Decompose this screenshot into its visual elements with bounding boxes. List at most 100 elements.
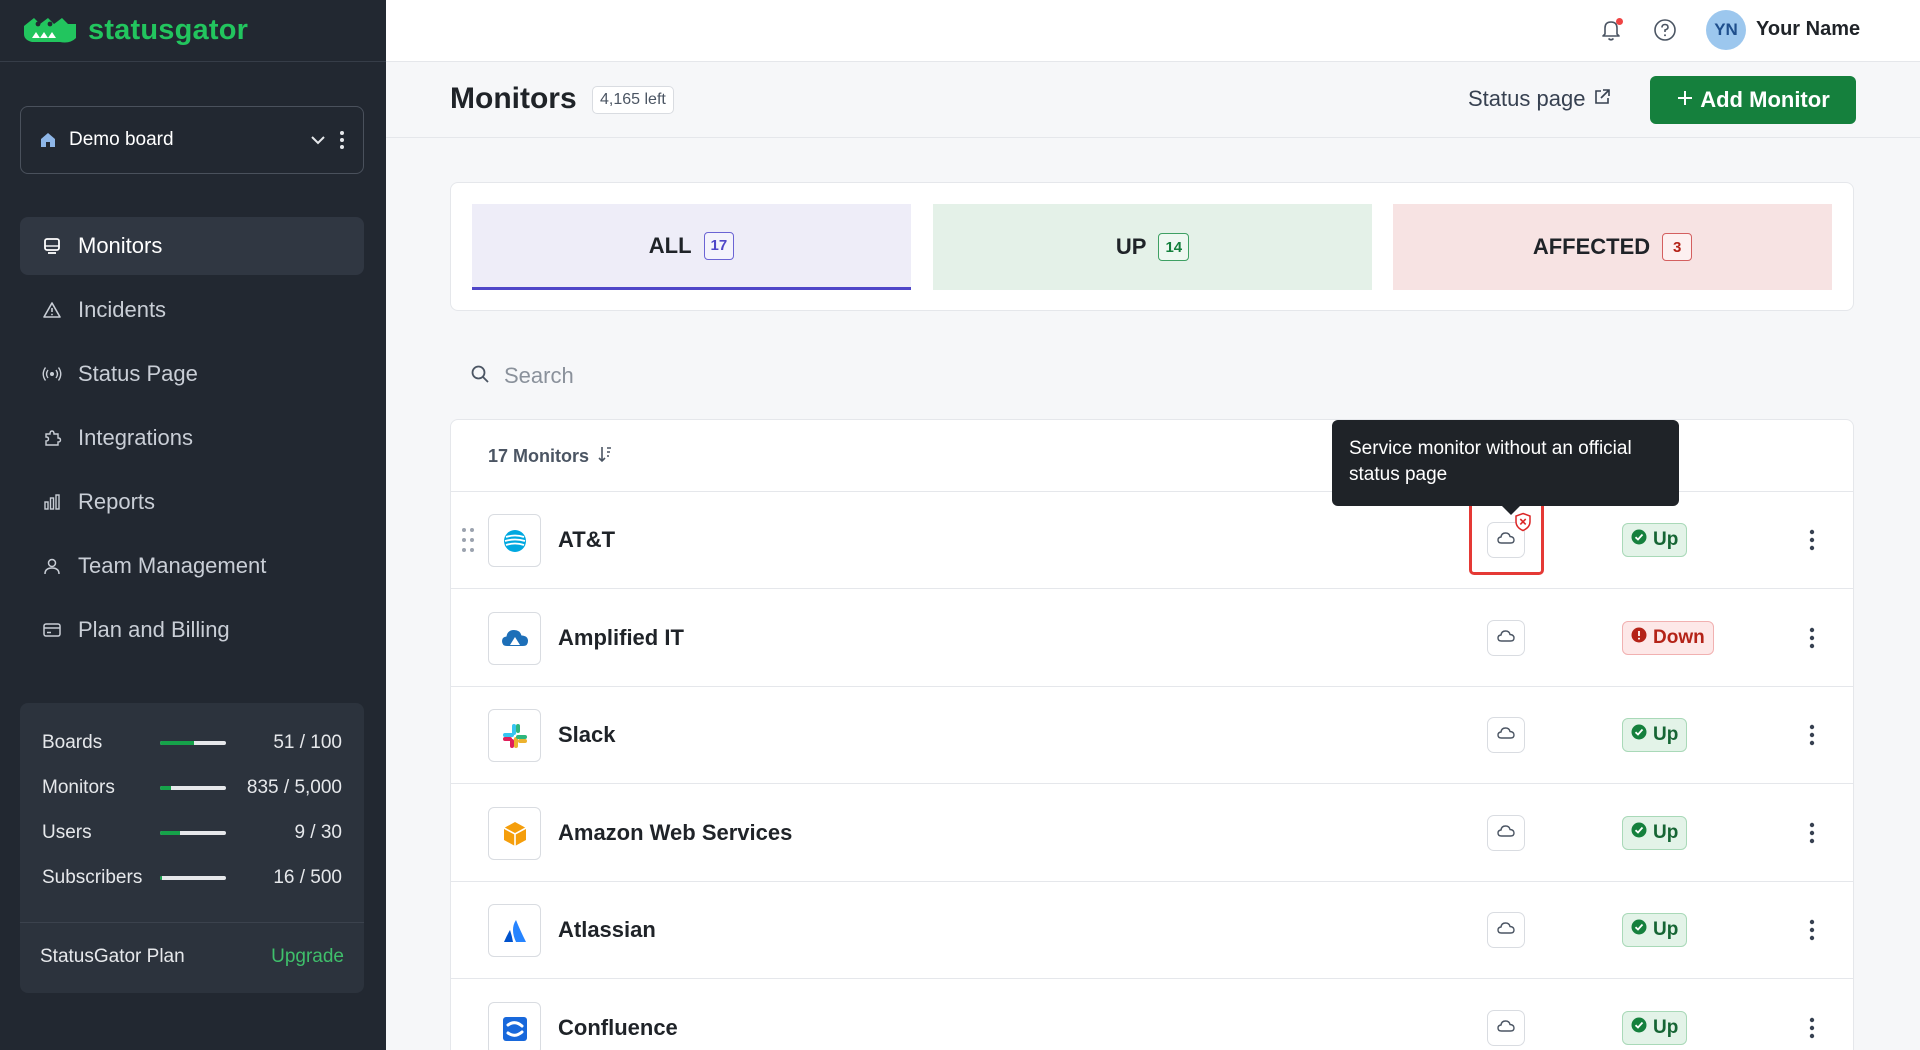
status-label: Up bbox=[1653, 919, 1679, 940]
avatar[interactable]: YN bbox=[1706, 10, 1746, 50]
usage-row-users: Users 9 / 30 bbox=[42, 821, 342, 845]
plus-icon bbox=[1676, 87, 1694, 113]
help-icon[interactable] bbox=[1652, 17, 1678, 43]
check-circle-icon bbox=[1631, 1017, 1647, 1039]
sidebar-nav: Monitors Incidents Status Page Integrati… bbox=[20, 217, 364, 665]
user-name[interactable]: Your Name bbox=[1756, 18, 1860, 41]
board-name: Demo board bbox=[69, 129, 174, 150]
service-name[interactable]: Atlassian bbox=[558, 917, 656, 943]
add-monitor-button[interactable]: Add Monitor bbox=[1650, 76, 1856, 124]
shield-x-icon bbox=[1513, 512, 1533, 532]
sidebar: statusgator Demo board Monitors Incident… bbox=[0, 0, 386, 1050]
usage-bar bbox=[160, 786, 226, 790]
tab-up[interactable]: UP 14 bbox=[933, 204, 1372, 290]
row-menu-icon[interactable] bbox=[1808, 1014, 1816, 1042]
usage-label: Boards bbox=[42, 732, 103, 753]
sidebar-item-status-page[interactable]: Status Page bbox=[20, 345, 364, 403]
tooltip: Service monitor without an official stat… bbox=[1332, 420, 1679, 515]
monitor-type-button[interactable] bbox=[1487, 912, 1525, 948]
tab-count: 17 bbox=[703, 231, 735, 260]
usage-label: Monitors bbox=[42, 777, 115, 798]
tab-all[interactable]: ALL 17 bbox=[472, 204, 911, 290]
monitor-type-button[interactable] bbox=[1487, 620, 1525, 656]
status-badge: Up bbox=[1622, 816, 1688, 850]
row-menu-icon[interactable] bbox=[1808, 721, 1816, 749]
usage-label: Subscribers bbox=[42, 867, 143, 888]
service-name[interactable]: Amplified IT bbox=[558, 625, 684, 651]
status-label: Up bbox=[1653, 822, 1679, 843]
check-circle-icon bbox=[1631, 822, 1647, 844]
usage-divider bbox=[20, 922, 364, 923]
sidebar-item-integrations[interactable]: Integrations bbox=[20, 409, 364, 467]
monitor-count-label: 17 Monitors bbox=[488, 446, 590, 466]
usage-bar-fill bbox=[160, 786, 172, 790]
status-badge: Down bbox=[1622, 621, 1714, 655]
row-menu-icon[interactable] bbox=[1808, 819, 1816, 847]
usage-value: 51 / 100 bbox=[273, 732, 342, 753]
table-row[interactable]: Amazon Web Services Up bbox=[451, 785, 1853, 882]
monitor-type-button[interactable] bbox=[1487, 815, 1525, 851]
status-label: Up bbox=[1653, 724, 1679, 745]
upgrade-link[interactable]: Upgrade bbox=[271, 946, 344, 968]
usage-row-monitors: Monitors 835 / 5,000 bbox=[42, 776, 342, 800]
alert-circle-icon bbox=[1631, 627, 1647, 649]
table-row[interactable]: Amplified IT Down bbox=[451, 590, 1853, 687]
table-row[interactable]: Slack Up bbox=[451, 687, 1853, 784]
sort-icon[interactable] bbox=[597, 445, 613, 468]
service-name[interactable]: Amazon Web Services bbox=[558, 820, 792, 846]
usage-panel: Boards 51 / 100 Monitors 835 / 5,000 Use… bbox=[20, 703, 364, 993]
sidebar-divider bbox=[0, 61, 386, 62]
service-name[interactable]: Slack bbox=[558, 722, 616, 748]
monitor-type-button[interactable] bbox=[1487, 717, 1525, 753]
add-monitor-label: Add Monitor bbox=[1700, 87, 1830, 112]
table-row[interactable]: Confluence Up bbox=[451, 980, 1853, 1050]
broadcast-icon bbox=[42, 364, 62, 384]
service-name[interactable]: AT&T bbox=[558, 527, 615, 553]
sidebar-item-team-management[interactable]: Team Management bbox=[20, 537, 364, 595]
bell-icon[interactable] bbox=[1598, 17, 1624, 43]
check-circle-icon bbox=[1631, 529, 1647, 551]
usage-value: 16 / 500 bbox=[273, 867, 342, 888]
monitor-icon bbox=[42, 236, 62, 256]
chevron-down-icon[interactable] bbox=[309, 131, 327, 149]
usage-row-boards: Boards 51 / 100 bbox=[42, 731, 342, 755]
search-bar bbox=[470, 356, 1070, 396]
row-menu-icon[interactable] bbox=[1808, 526, 1816, 554]
sidebar-item-incidents[interactable]: Incidents bbox=[20, 281, 364, 339]
sidebar-item-plan-and-billing[interactable]: Plan and Billing bbox=[20, 601, 364, 659]
gator-logo-icon bbox=[24, 18, 76, 43]
monitor-type-button[interactable] bbox=[1487, 1010, 1525, 1046]
status-page-link[interactable]: Status page bbox=[1468, 86, 1611, 112]
home-icon bbox=[39, 131, 57, 149]
service-name[interactable]: Confluence bbox=[558, 1015, 678, 1041]
usage-bar-fill bbox=[160, 741, 194, 745]
table-row[interactable]: Atlassian Up bbox=[451, 882, 1853, 979]
plan-row: StatusGator Plan Upgrade bbox=[40, 946, 344, 968]
statusgator-logo[interactable]: statusgator bbox=[20, 12, 248, 48]
usage-label: Users bbox=[42, 822, 92, 843]
plan-label: StatusGator Plan bbox=[40, 946, 185, 967]
sidebar-item-label: Team Management bbox=[78, 553, 267, 578]
notification-dot bbox=[1616, 18, 1623, 25]
tab-affected[interactable]: AFFECTED 3 bbox=[1393, 204, 1832, 290]
row-menu-icon[interactable] bbox=[1808, 624, 1816, 652]
search-input[interactable] bbox=[504, 363, 1004, 389]
row-menu-icon[interactable] bbox=[1808, 916, 1816, 944]
tab-label: UP bbox=[1115, 234, 1147, 259]
status-tabs: ALL 17 UP 14 AFFECTED 3 bbox=[450, 182, 1854, 311]
board-selector[interactable]: Demo board bbox=[20, 106, 364, 174]
monitor-count[interactable]: 17 Monitors bbox=[488, 445, 613, 468]
drag-handle-icon[interactable] bbox=[461, 526, 475, 554]
usage-bar-fill bbox=[160, 876, 163, 880]
usage-bar bbox=[160, 876, 226, 880]
usage-bar bbox=[160, 831, 226, 835]
sidebar-item-reports[interactable]: Reports bbox=[20, 473, 364, 531]
board-menu-icon[interactable] bbox=[339, 130, 345, 150]
slack-logo bbox=[488, 709, 541, 762]
table-row[interactable]: AT&T Up bbox=[451, 492, 1853, 589]
cloud-icon bbox=[1497, 531, 1515, 550]
sidebar-item-monitors[interactable]: Monitors bbox=[20, 217, 364, 275]
puzzle-icon bbox=[42, 428, 62, 448]
sidebar-item-label: Status Page bbox=[78, 361, 198, 386]
sidebar-item-label: Incidents bbox=[78, 297, 167, 322]
